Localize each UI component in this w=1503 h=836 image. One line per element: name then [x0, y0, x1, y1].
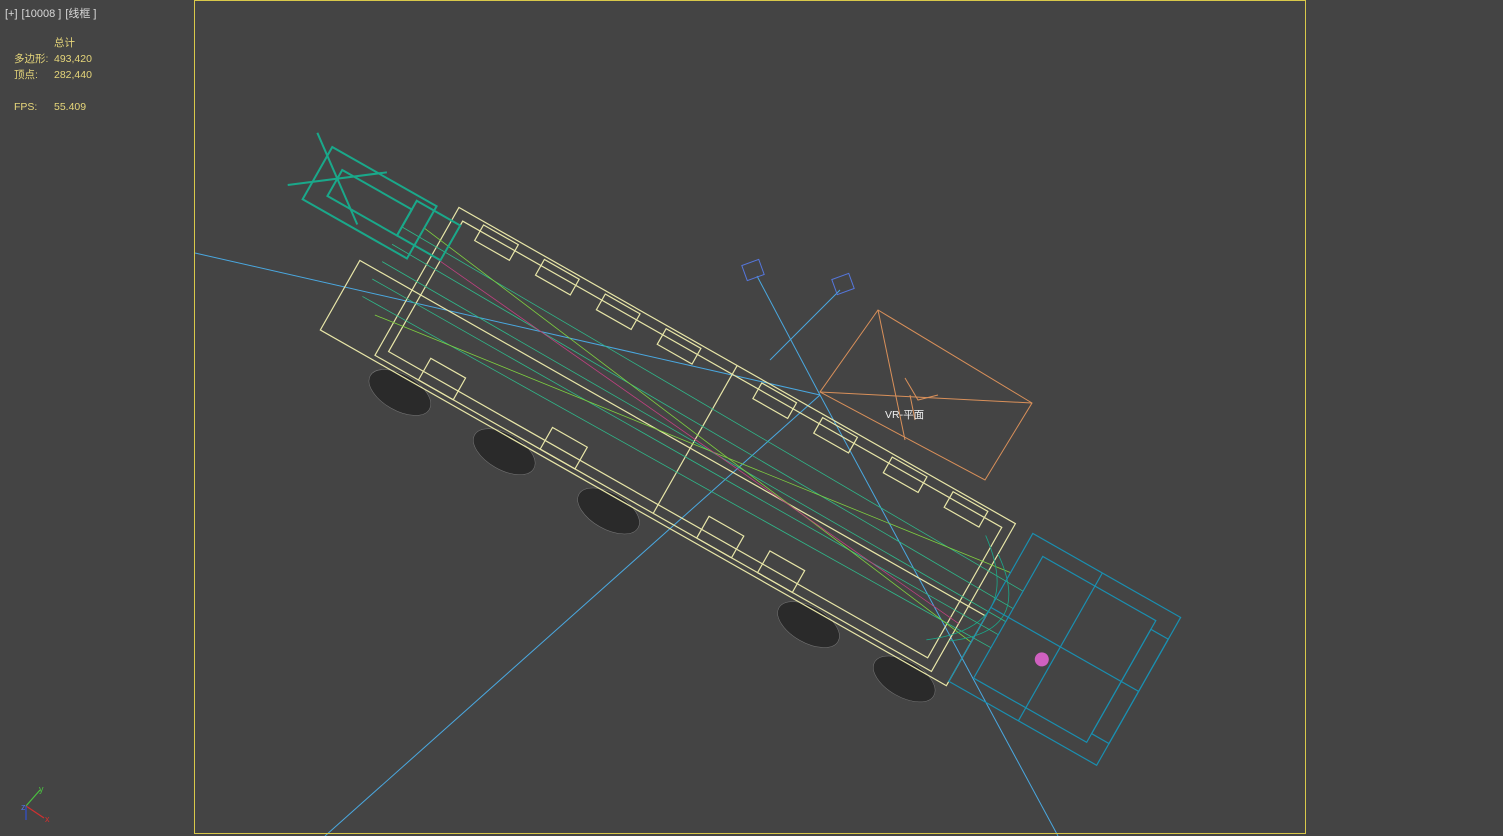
gizmo-x-label: x — [45, 814, 50, 824]
gizmo-y-label: y — [39, 784, 44, 794]
gizmo-z-label: z — [21, 802, 26, 812]
safe-frame — [194, 0, 1306, 834]
axis-gizmo — [25, 789, 45, 820]
vr-plane-label: VR-平面 — [885, 409, 925, 421]
